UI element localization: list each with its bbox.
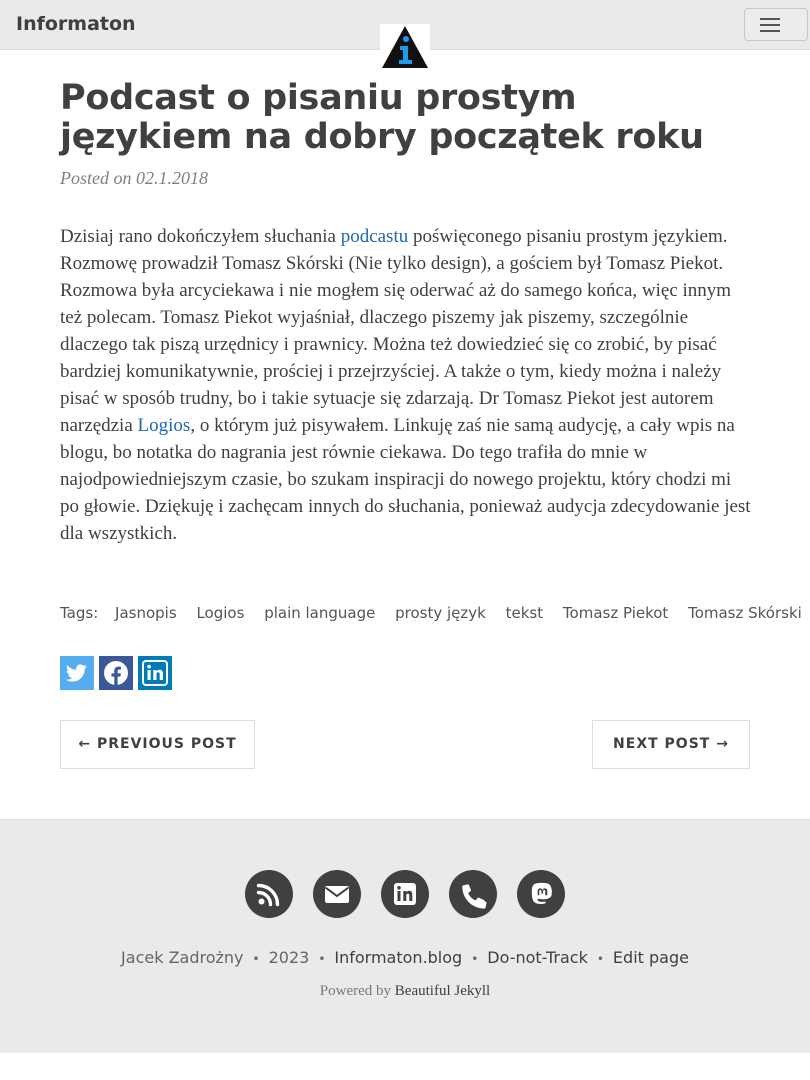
navbar-brand[interactable]: Informaton — [16, 13, 136, 35]
beautiful-jekyll-link[interactable]: Beautiful Jekyll — [395, 983, 490, 999]
previous-post-button[interactable]: ← PREVIOUS POST — [60, 720, 255, 769]
footer-credits: Jacek Zadrożny • 2023 • Informaton.blog • Do-n… — [0, 948, 810, 967]
footer-phone-link[interactable] — [449, 870, 497, 918]
linkedin-icon — [142, 660, 168, 686]
share-linkedin-button[interactable] — [138, 656, 172, 690]
footer-year: 2023 — [268, 948, 310, 967]
footer — [0, 819, 810, 1053]
body-text: poświęconego pisaniu prostym językiem. R… — [60, 226, 732, 436]
footer-site-link[interactable]: Informaton.blog — [334, 948, 462, 967]
tag-link[interactable]: prosty język — [395, 604, 486, 622]
tags-label: Tags: — [60, 604, 99, 622]
share-facebook-button[interactable] — [99, 656, 133, 690]
share-twitter-button[interactable] — [60, 656, 94, 690]
footer-author: Jacek Zadrożny — [121, 948, 244, 967]
tag-link[interactable]: plain language — [264, 604, 375, 622]
footer-email-link[interactable] — [313, 870, 361, 918]
tag-link[interactable]: Logios — [196, 604, 244, 622]
email-icon — [324, 886, 350, 903]
post-body: Dzisiaj rano dokończyłem słuchania podca… — [60, 223, 752, 547]
footer-edit-link[interactable]: Edit page — [613, 948, 689, 967]
tags-list: Tags: Jasnopis Logios plain language pro… — [60, 604, 802, 622]
info-logo-icon — [382, 26, 428, 68]
body-text: Dzisiaj rano dokończyłem słuchania — [60, 226, 341, 247]
post-title: Podcast o pisaniu prostym językiem na do… — [60, 78, 704, 157]
linkedin-icon — [394, 883, 416, 905]
facebook-icon — [104, 661, 128, 685]
post-date: 02.1.2018 — [136, 168, 208, 188]
posted-label: Posted on — [60, 168, 132, 188]
tag-link[interactable]: Tomasz Piekot — [563, 604, 668, 622]
site-logo[interactable] — [380, 24, 430, 70]
powered-by: Powered by Beautiful Jekyll — [0, 983, 810, 1000]
rss-icon — [256, 883, 280, 907]
menu-toggle-button[interactable] — [744, 8, 808, 41]
post-meta: Posted on 02.1.2018 — [60, 168, 208, 189]
mastodon-icon — [531, 882, 552, 905]
twitter-icon — [65, 664, 87, 682]
separator-dot: • — [252, 952, 260, 966]
phone-icon — [462, 884, 487, 909]
powered-by-label: Powered by — [319, 983, 392, 999]
next-post-button[interactable]: NEXT POST → — [592, 720, 750, 769]
footer-linkedin-link[interactable] — [381, 870, 429, 918]
podcast-link[interactable]: podcastu — [341, 226, 409, 247]
hamburger-icon — [760, 18, 780, 20]
tag-link[interactable]: Tomasz Skórski — [688, 604, 802, 622]
logios-link[interactable]: Logios — [138, 415, 191, 436]
tag-link[interactable]: Jasnopis — [115, 604, 177, 622]
footer-rss-link[interactable] — [245, 870, 293, 918]
footer-dnt-link[interactable]: Do-not-Track — [487, 948, 588, 967]
footer-mastodon-link[interactable] — [517, 870, 565, 918]
separator-dot: • — [471, 952, 479, 966]
separator-dot: • — [318, 952, 326, 966]
tag-link[interactable]: tekst — [506, 604, 544, 622]
separator-dot: • — [596, 952, 604, 966]
